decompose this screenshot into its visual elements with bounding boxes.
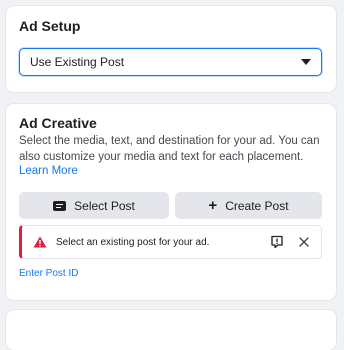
warning-icon: [33, 236, 47, 248]
select-post-label: Select Post: [74, 198, 135, 213]
next-section-card: [6, 310, 336, 350]
ad-setup-title: Ad Setup: [19, 18, 81, 34]
learn-more-link[interactable]: Learn More: [19, 165, 78, 177]
alert-message: Select an existing post for your ad.: [56, 237, 210, 248]
caret-down-icon: [301, 59, 311, 65]
create-post-label: Create Post: [225, 198, 289, 213]
ad-setup-dropdown[interactable]: Use Existing Post: [19, 48, 322, 76]
close-icon[interactable]: [297, 235, 311, 249]
plus-icon: +: [208, 196, 218, 214]
ad-creative-description: Select the media, text, and destination …: [19, 135, 320, 163]
select-post-button[interactable]: Select Post: [19, 192, 169, 219]
ad-creative-title: Ad Creative: [19, 115, 97, 131]
ad-setup-card: Ad Setup Use Existing Post: [6, 6, 336, 92]
post-icon: [53, 200, 67, 211]
ad-setup-dropdown-value: Use Existing Post: [30, 55, 125, 69]
report-feedback-icon[interactable]: [270, 235, 284, 249]
ad-creative-card: Ad Creative Select the media, text, and …: [6, 104, 336, 300]
create-post-button[interactable]: + Create Post: [175, 192, 322, 219]
enter-post-id-link[interactable]: Enter Post ID: [19, 268, 78, 279]
error-alert: Select an existing post for your ad.: [19, 225, 322, 259]
